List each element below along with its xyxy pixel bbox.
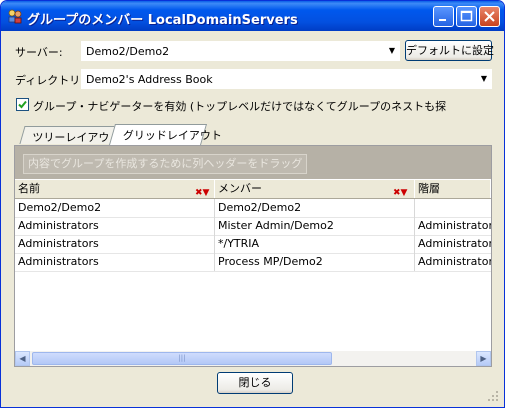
table-row[interactable]: Administrators Mister Admin/Demo2 Admini… xyxy=(15,217,491,236)
directory-label: ディレクトリ: xyxy=(15,74,84,87)
title-bar[interactable]: グループのメンバー LocalDomainServers xyxy=(1,1,504,31)
scroll-left-button[interactable]: ◀ xyxy=(15,351,30,366)
tab-grid-layout[interactable]: グリッドレイアウト xyxy=(108,124,222,145)
checkmark-icon xyxy=(18,100,27,109)
close-window-button[interactable] xyxy=(479,6,500,27)
cell-hierarchy: Administrators xyxy=(418,219,491,232)
column-header-name[interactable]: 名前 ✖▼ xyxy=(15,180,215,198)
dialog-body: サーバー: Demo2/Demo2 ▼ デフォルトに設定 ディレクトリ: Dem… xyxy=(4,31,501,404)
server-value: Demo2/Demo2 xyxy=(86,45,170,58)
dropdown-arrow-icon: ▼ xyxy=(388,46,395,55)
cell-name: Demo2/Demo2 xyxy=(15,199,215,217)
directory-combo[interactable]: Demo2's Address Book ▼ xyxy=(81,69,492,89)
window-title: グループのメンバー LocalDomainServers xyxy=(27,13,298,28)
group-members-window: グループのメンバー LocalDomainServers サーバー: Demo2… xyxy=(0,0,505,408)
cell-member: Mister Admin/Demo2 xyxy=(215,217,415,235)
cell-member: Demo2/Demo2 xyxy=(215,199,415,217)
grid-header: 名前 ✖▼ メンバー ✖▼ 階層 xyxy=(15,180,491,199)
cell-name: Administrators xyxy=(15,253,215,271)
maximize-button[interactable] xyxy=(456,6,477,27)
members-grid: 内容でグループを作成するために列ヘッダーをドラッグ 名前 ✖▼ メンバー ✖▼ … xyxy=(14,145,492,367)
cell-hierarchy: Administrators xyxy=(418,255,491,268)
horizontal-scrollbar[interactable]: ◀ ||| ▶ xyxy=(15,351,491,366)
table-row[interactable]: Demo2/Demo2 Demo2/Demo2 xyxy=(15,199,491,218)
group-members-icon xyxy=(8,9,22,24)
server-combo[interactable]: Demo2/Demo2 ▼ xyxy=(81,41,400,61)
navigator-checkbox-label: グループ・ナビゲーターを有効 (トップレベルだけではなくてグループのネストも探 xyxy=(33,100,447,113)
cell-hierarchy: Administrators xyxy=(418,237,491,250)
group-by-area[interactable]: 内容でグループを作成するために列ヘッダーをドラッグ xyxy=(15,146,491,179)
navigator-checkbox[interactable] xyxy=(16,98,29,111)
server-label: サーバー: xyxy=(15,46,63,59)
cell-member: Process MP/Demo2 xyxy=(215,253,415,271)
close-button[interactable]: 閉じる xyxy=(217,372,293,394)
column-header-member[interactable]: メンバー ✖▼ xyxy=(215,180,415,198)
table-row[interactable]: Administrators Process MP/Demo2 Administ… xyxy=(15,253,491,272)
minimize-icon xyxy=(439,19,446,21)
tab-tree-layout[interactable]: ツリーレイアウト xyxy=(19,126,120,144)
directory-value: Demo2's Address Book xyxy=(86,73,213,86)
cell-name: Administrators xyxy=(15,217,215,235)
dropdown-arrow-icon: ▼ xyxy=(480,74,487,83)
cell-hierarchy xyxy=(415,199,491,217)
maximize-icon xyxy=(460,10,473,22)
layout-tabs: ツリーレイアウト グリッドレイアウト xyxy=(14,122,492,147)
minimize-button[interactable] xyxy=(433,6,454,27)
set-default-button[interactable]: デフォルトに設定 xyxy=(405,40,494,61)
scroll-right-button[interactable]: ▶ xyxy=(476,351,491,366)
cell-name: Administrators xyxy=(15,235,215,253)
table-row[interactable]: Administrators */YTRIA Administrators xyxy=(15,235,491,254)
resize-grip-icon[interactable] xyxy=(487,390,499,402)
scrollbar-thumb[interactable]: ||| xyxy=(32,352,332,365)
column-header-hierarchy[interactable]: 階層 xyxy=(415,180,491,198)
cell-member: */YTRIA xyxy=(215,235,415,253)
close-icon xyxy=(484,11,495,22)
group-by-hint: 内容でグループを作成するために列ヘッダーをドラッグ xyxy=(23,154,308,174)
